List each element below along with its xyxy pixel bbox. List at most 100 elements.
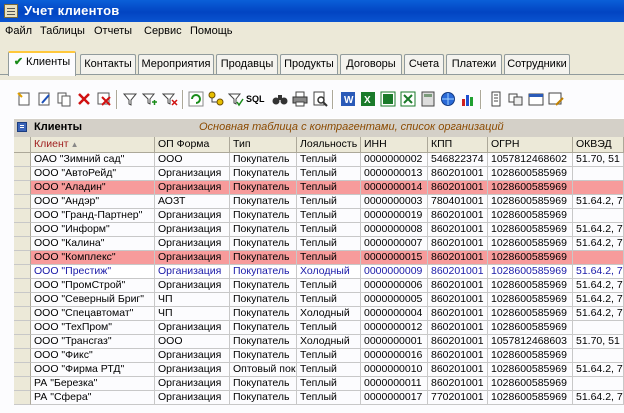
cell-type[interactable]: Покупатель	[230, 377, 297, 391]
table-row[interactable]: ООО "Фирма РТД" Организация Оптовый пок Теп…	[14, 363, 624, 377]
row-selector[interactable]	[14, 391, 31, 405]
cell-okved[interactable]: 51.64.2, 7	[573, 237, 624, 251]
cell-inn[interactable]: 0000000011	[361, 377, 428, 391]
row-selector[interactable]	[14, 363, 31, 377]
excel-export-icon[interactable]	[400, 91, 416, 107]
tab-contacts[interactable]: Контакты	[80, 54, 136, 74]
cell-legal-form[interactable]: Организация	[155, 377, 230, 391]
cell-loyalty[interactable]: Теплый	[297, 293, 361, 307]
cell-ogrn[interactable]: 1028600585969	[488, 223, 573, 237]
cell-inn[interactable]: 0000000006	[361, 279, 428, 293]
cell-loyalty[interactable]: Теплый	[297, 279, 361, 293]
cell-kpp[interactable]: 860201001	[428, 223, 488, 237]
cell-inn[interactable]: 0000000017	[361, 391, 428, 405]
cell-loyalty[interactable]: Теплый	[297, 377, 361, 391]
cell-type[interactable]: Покупатель	[230, 153, 297, 167]
cell-kpp[interactable]: 860201001	[428, 279, 488, 293]
tab-payments[interactable]: Платежи	[446, 54, 502, 74]
cell-legal-form[interactable]: ООО	[155, 153, 230, 167]
print-icon[interactable]	[292, 91, 308, 107]
cell-inn[interactable]: 0000000014	[361, 181, 428, 195]
sql-icon[interactable]: SQL	[246, 91, 268, 107]
table-row[interactable]: ООО "Престиж" Организация Покупатель Холодн…	[14, 265, 624, 279]
cell-type[interactable]: Покупатель	[230, 223, 297, 237]
cell-type[interactable]: Оптовый пок	[230, 363, 297, 377]
cell-kpp[interactable]: 860201001	[428, 377, 488, 391]
cell-kpp[interactable]: 546822374	[428, 153, 488, 167]
cell-ogrn[interactable]: 1028600585969	[488, 195, 573, 209]
cell-legal-form[interactable]: АОЗТ	[155, 195, 230, 209]
delete-icon[interactable]	[76, 91, 92, 107]
cell-legal-form[interactable]: Организация	[155, 279, 230, 293]
cell-type[interactable]: Покупатель	[230, 209, 297, 223]
cell-kpp[interactable]: 860201001	[428, 181, 488, 195]
filter-add-icon[interactable]	[141, 91, 158, 107]
table-row[interactable]: ООО "Северный Бриг" ЧП Покупатель Теплый 000…	[14, 293, 624, 307]
menu-tables[interactable]: Таблицы	[40, 25, 85, 37]
cell-kpp[interactable]: 860201001	[428, 251, 488, 265]
cell-type[interactable]: Покупатель	[230, 195, 297, 209]
cell-type[interactable]: Покупатель	[230, 237, 297, 251]
cell-inn[interactable]: 0000000004	[361, 307, 428, 321]
row-selector[interactable]	[14, 237, 31, 251]
cell-legal-form[interactable]: Организация	[155, 321, 230, 335]
cell-kpp[interactable]: 860201001	[428, 335, 488, 349]
tab-contracts[interactable]: Договоры	[340, 54, 402, 74]
cell-ogrn[interactable]: 1028600585969	[488, 167, 573, 181]
menu-file[interactable]: Файл	[5, 25, 32, 37]
tab-clients[interactable]: ✔ Клиенты	[8, 51, 76, 76]
cell-kpp[interactable]: 860201001	[428, 293, 488, 307]
cell-inn[interactable]: 0000000008	[361, 223, 428, 237]
new-record-icon[interactable]	[16, 91, 32, 107]
cell-kpp[interactable]: 860201001	[428, 237, 488, 251]
cell-legal-form[interactable]: Организация	[155, 349, 230, 363]
cell-inn[interactable]: 0000000015	[361, 251, 428, 265]
cell-ogrn[interactable]: 1028600585969	[488, 237, 573, 251]
cell-ogrn[interactable]: 1028600585969	[488, 181, 573, 195]
cell-client[interactable]: ООО "Северный Бриг"	[31, 293, 155, 307]
app-icon[interactable]	[4, 4, 18, 18]
cell-ogrn[interactable]: 1028600585969	[488, 307, 573, 321]
table-row[interactable]: ООО "Калина" Организация Покупатель Теплый 0…	[14, 237, 624, 251]
filter-clear-icon[interactable]	[161, 91, 178, 107]
row-selector[interactable]	[14, 293, 31, 307]
cell-loyalty[interactable]: Теплый	[297, 349, 361, 363]
cell-client[interactable]: ООО "Андэр"	[31, 195, 155, 209]
tree-icon[interactable]	[208, 91, 224, 107]
row-selector[interactable]	[14, 223, 31, 237]
table-row[interactable]: ООО "Спецавтомат" ЧП Покупатель Холодный 000…	[14, 307, 624, 321]
cell-legal-form[interactable]: Организация	[155, 251, 230, 265]
cell-loyalty[interactable]: Холодный	[297, 335, 361, 349]
menu-service[interactable]: Сервис	[144, 25, 182, 37]
cell-kpp[interactable]: 860201001	[428, 307, 488, 321]
cell-client[interactable]: ООО "Фирма РТД"	[31, 363, 155, 377]
cell-okved[interactable]: 51.64.2, 7	[573, 293, 624, 307]
row-selector[interactable]	[14, 153, 31, 167]
cell-inn[interactable]: 0000000007	[361, 237, 428, 251]
cell-client[interactable]: ОАО "Зимний сад"	[31, 153, 155, 167]
cell-inn[interactable]: 0000000010	[361, 363, 428, 377]
table-row[interactable]: ООО "ТехПром" Организация Покупатель Теплый…	[14, 321, 624, 335]
cell-okved[interactable]: 51.64.2, 7	[573, 307, 624, 321]
row-selector[interactable]	[14, 251, 31, 265]
cell-client[interactable]: ООО "Калина"	[31, 237, 155, 251]
cell-kpp[interactable]: 860201001	[428, 349, 488, 363]
cell-ogrn[interactable]: 1028600585969	[488, 377, 573, 391]
cell-ogrn[interactable]: 1028600585969	[488, 251, 573, 265]
row-selector[interactable]	[14, 181, 31, 195]
cell-ogrn[interactable]: 1028600585969	[488, 293, 573, 307]
cell-legal-form[interactable]: ЧП	[155, 293, 230, 307]
row-selector[interactable]	[14, 321, 31, 335]
tab-invoices[interactable]: Счета	[404, 54, 444, 74]
cell-kpp[interactable]: 860201001	[428, 363, 488, 377]
cell-ogrn[interactable]: 1028600585969	[488, 391, 573, 405]
column-header-legal-form[interactable]: ОП Форма	[155, 137, 230, 152]
cell-okved[interactable]: 51.70, 51	[573, 335, 624, 349]
cell-inn[interactable]: 0000000001	[361, 335, 428, 349]
word-icon[interactable]: W	[340, 91, 356, 107]
cell-legal-form[interactable]: Организация	[155, 209, 230, 223]
refresh-icon[interactable]	[188, 91, 204, 107]
settings-icon[interactable]	[528, 91, 544, 107]
edit-icon[interactable]	[36, 91, 52, 107]
cell-client[interactable]: ООО "Трансгаз"	[31, 335, 155, 349]
